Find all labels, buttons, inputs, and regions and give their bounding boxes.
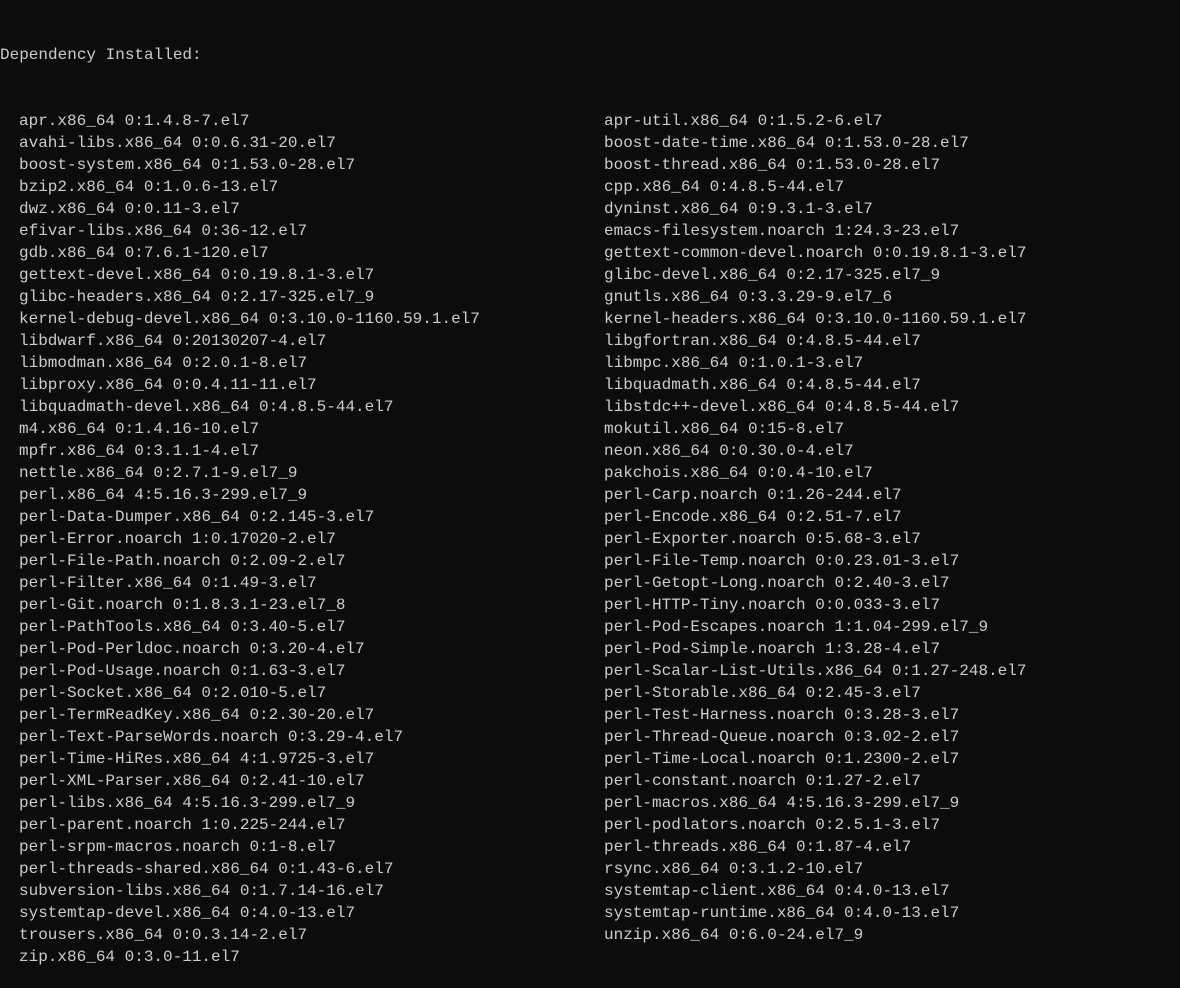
package-entry: libdwarf.x86_64 0:20130207-4.el7	[19, 330, 604, 352]
package-entry: perl-Exporter.noarch 0:5.68-3.el7	[604, 528, 1026, 550]
package-entry: gnutls.x86_64 0:3.3.29-9.el7_6	[604, 286, 1026, 308]
package-entry: perl-parent.noarch 1:0.225-244.el7	[19, 814, 604, 836]
package-entry: perl-Data-Dumper.x86_64 0:2.145-3.el7	[19, 506, 604, 528]
package-entry: perl-srpm-macros.noarch 0:1-8.el7	[19, 836, 604, 858]
package-entry: perl-Thread-Queue.noarch 0:3.02-2.el7	[604, 726, 1026, 748]
package-entry: zip.x86_64 0:3.0-11.el7	[19, 946, 604, 968]
package-entry: bzip2.x86_64 0:1.0.6-13.el7	[19, 176, 604, 198]
package-entry: glibc-devel.x86_64 0:2.17-325.el7_9	[604, 264, 1026, 286]
package-entry: perl-Pod-Perldoc.noarch 0:3.20-4.el7	[19, 638, 604, 660]
package-entry: perl-Storable.x86_64 0:2.45-3.el7	[604, 682, 1026, 704]
package-entry: perl-Error.noarch 1:0.17020-2.el7	[19, 528, 604, 550]
package-entry: perl-XML-Parser.x86_64 0:2.41-10.el7	[19, 770, 604, 792]
package-entry: perl-constant.noarch 0:1.27-2.el7	[604, 770, 1026, 792]
package-entry: perl-Pod-Simple.noarch 1:3.28-4.el7	[604, 638, 1026, 660]
package-entry: perl-podlators.noarch 0:2.5.1-3.el7	[604, 814, 1026, 836]
package-entry: perl-Socket.x86_64 0:2.010-5.el7	[19, 682, 604, 704]
package-entry: perl-Scalar-List-Utils.x86_64 0:1.27-248…	[604, 660, 1026, 682]
package-entry: perl-Time-Local.noarch 0:1.2300-2.el7	[604, 748, 1026, 770]
package-entry: kernel-headers.x86_64 0:3.10.0-1160.59.1…	[604, 308, 1026, 330]
package-entry: libproxy.x86_64 0:0.4.11-11.el7	[19, 374, 604, 396]
package-entry: pakchois.x86_64 0:0.4-10.el7	[604, 462, 1026, 484]
package-entry: mokutil.x86_64 0:15-8.el7	[604, 418, 1026, 440]
package-entry: nettle.x86_64 0:2.7.1-9.el7_9	[19, 462, 604, 484]
package-entry: perl-Git.noarch 0:1.8.3.1-23.el7_8	[19, 594, 604, 616]
package-entry: perl-Pod-Escapes.noarch 1:1.04-299.el7_9	[604, 616, 1026, 638]
package-entry: perl-Text-ParseWords.noarch 0:3.29-4.el7	[19, 726, 604, 748]
package-entry: cpp.x86_64 0:4.8.5-44.el7	[604, 176, 1026, 198]
package-entry: libquadmath.x86_64 0:4.8.5-44.el7	[604, 374, 1026, 396]
package-entry: perl-Getopt-Long.noarch 0:2.40-3.el7	[604, 572, 1026, 594]
package-entry: dyninst.x86_64 0:9.3.1-3.el7	[604, 198, 1026, 220]
package-entry: kernel-debug-devel.x86_64 0:3.10.0-1160.…	[19, 308, 604, 330]
package-entry: perl-Carp.noarch 0:1.26-244.el7	[604, 484, 1026, 506]
package-entry: boost-date-time.x86_64 0:1.53.0-28.el7	[604, 132, 1026, 154]
package-entry: perl-Test-Harness.noarch 0:3.28-3.el7	[604, 704, 1026, 726]
package-entry: efivar-libs.x86_64 0:36-12.el7	[19, 220, 604, 242]
package-entry: apr.x86_64 0:1.4.8-7.el7	[19, 110, 604, 132]
package-entry: gettext-common-devel.noarch 0:0.19.8.1-3…	[604, 242, 1026, 264]
package-entry: libmpc.x86_64 0:1.0.1-3.el7	[604, 352, 1026, 374]
package-entry: systemtap-devel.x86_64 0:4.0-13.el7	[19, 902, 604, 924]
package-entry: libmodman.x86_64 0:2.0.1-8.el7	[19, 352, 604, 374]
package-entry: perl-Time-HiRes.x86_64 4:1.9725-3.el7	[19, 748, 604, 770]
package-entry: perl-TermReadKey.x86_64 0:2.30-20.el7	[19, 704, 604, 726]
package-entry: libgfortran.x86_64 0:4.8.5-44.el7	[604, 330, 1026, 352]
package-entry: subversion-libs.x86_64 0:1.7.14-16.el7	[19, 880, 604, 902]
package-entry: m4.x86_64 0:1.4.16-10.el7	[19, 418, 604, 440]
package-entry: perl.x86_64 4:5.16.3-299.el7_9	[19, 484, 604, 506]
package-entry: libstdc++-devel.x86_64 0:4.8.5-44.el7	[604, 396, 1026, 418]
package-entry: emacs-filesystem.noarch 1:24.3-23.el7	[604, 220, 1026, 242]
terminal-output[interactable]: Dependency Installed: apr.x86_64 0:1.4.8…	[0, 0, 1180, 988]
package-entry: gettext-devel.x86_64 0:0.19.8.1-3.el7	[19, 264, 604, 286]
package-entry: mpfr.x86_64 0:3.1.1-4.el7	[19, 440, 604, 462]
package-entry: neon.x86_64 0:0.30.0-4.el7	[604, 440, 1026, 462]
package-entry: apr-util.x86_64 0:1.5.2-6.el7	[604, 110, 1026, 132]
package-entry: perl-File-Temp.noarch 0:0.23.01-3.el7	[604, 550, 1026, 572]
package-entry: perl-File-Path.noarch 0:2.09-2.el7	[19, 550, 604, 572]
package-column-left: apr.x86_64 0:1.4.8-7.el7avahi-libs.x86_6…	[0, 110, 604, 968]
package-entry: glibc-headers.x86_64 0:2.17-325.el7_9	[19, 286, 604, 308]
package-entry: systemtap-client.x86_64 0:4.0-13.el7	[604, 880, 1026, 902]
package-entry: perl-HTTP-Tiny.noarch 0:0.033-3.el7	[604, 594, 1026, 616]
package-entry: perl-Pod-Usage.noarch 0:1.63-3.el7	[19, 660, 604, 682]
package-entry: avahi-libs.x86_64 0:0.6.31-20.el7	[19, 132, 604, 154]
package-entry: perl-Encode.x86_64 0:2.51-7.el7	[604, 506, 1026, 528]
package-entry: boost-system.x86_64 0:1.53.0-28.el7	[19, 154, 604, 176]
package-entry: perl-Filter.x86_64 0:1.49-3.el7	[19, 572, 604, 594]
package-entry: libquadmath-devel.x86_64 0:4.8.5-44.el7	[19, 396, 604, 418]
package-entry: perl-threads.x86_64 0:1.87-4.el7	[604, 836, 1026, 858]
package-entry: perl-threads-shared.x86_64 0:1.43-6.el7	[19, 858, 604, 880]
package-entry: perl-macros.x86_64 4:5.16.3-299.el7_9	[604, 792, 1026, 814]
package-entry: perl-PathTools.x86_64 0:3.40-5.el7	[19, 616, 604, 638]
package-entry: boost-thread.x86_64 0:1.53.0-28.el7	[604, 154, 1026, 176]
package-columns: apr.x86_64 0:1.4.8-7.el7avahi-libs.x86_6…	[0, 110, 1180, 968]
package-entry: systemtap-runtime.x86_64 0:4.0-13.el7	[604, 902, 1026, 924]
dependency-header: Dependency Installed:	[0, 44, 1180, 66]
package-entry: gdb.x86_64 0:7.6.1-120.el7	[19, 242, 604, 264]
package-column-right: apr-util.x86_64 0:1.5.2-6.el7boost-date-…	[604, 110, 1026, 968]
package-entry: trousers.x86_64 0:0.3.14-2.el7	[19, 924, 604, 946]
package-entry: rsync.x86_64 0:3.1.2-10.el7	[604, 858, 1026, 880]
package-entry: perl-libs.x86_64 4:5.16.3-299.el7_9	[19, 792, 604, 814]
package-entry: dwz.x86_64 0:0.11-3.el7	[19, 198, 604, 220]
package-entry: unzip.x86_64 0:6.0-24.el7_9	[604, 924, 1026, 946]
